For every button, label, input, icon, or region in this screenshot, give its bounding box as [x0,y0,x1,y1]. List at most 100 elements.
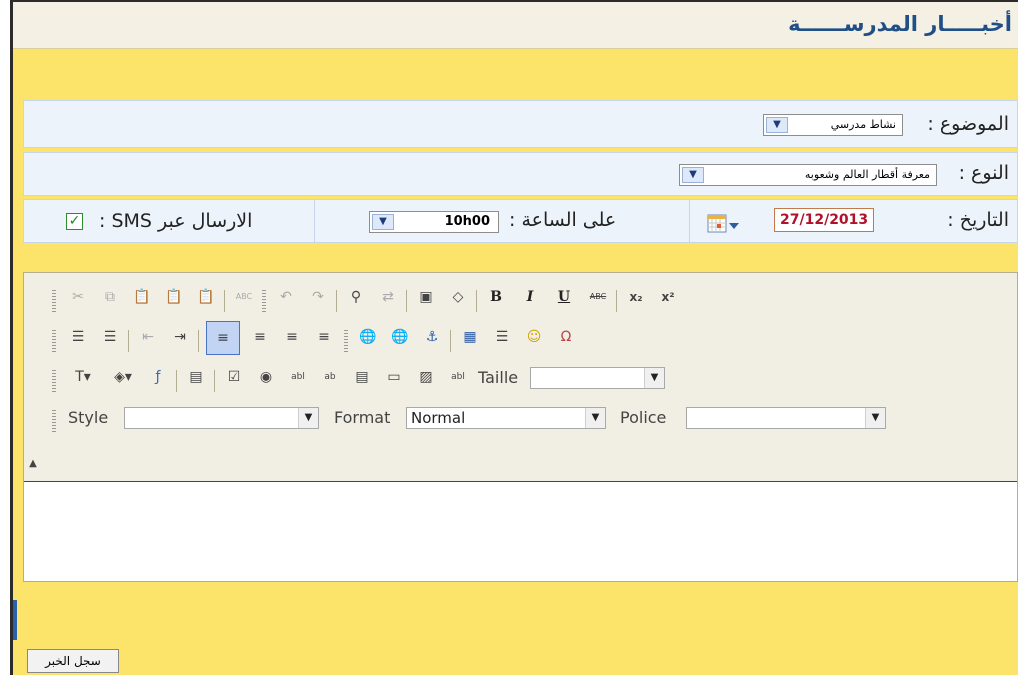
chevron-down-icon[interactable]: ▼ [372,214,394,230]
police-label: Police [620,408,667,427]
time-value: 10h00 [444,214,490,229]
type-value: معرفة أقطار العالم وشعوبه [804,168,930,181]
date-label: التاريخ : [947,209,1009,231]
text-color-icon[interactable]: T▾ [66,365,100,389]
toolbar-grip[interactable] [344,330,348,352]
chevron-down-icon[interactable]: ▼ [865,408,885,428]
indent-icon[interactable]: ⇥ [168,325,192,349]
spellcheck-icon[interactable]: ABC [232,285,256,309]
align-center-button[interactable]: ≡ [248,325,272,349]
editor-content-area[interactable] [24,481,1017,581]
paste-word-icon[interactable]: 📋 [194,285,218,309]
toolbar-separator [214,370,215,392]
replace-icon[interactable]: ⇄ [376,285,400,309]
find-icon[interactable]: ⚲ [344,285,368,309]
taille-select[interactable]: ▼ [530,367,665,389]
toolbar-separator [336,290,337,312]
bg-color-icon[interactable]: ◈▾ [106,365,140,389]
toolbar-grip[interactable] [52,410,56,432]
style-select[interactable]: ▼ [124,407,319,429]
save-news-button[interactable]: سجل الخبر [27,649,119,673]
format-label: Format [334,408,391,427]
anchor-icon[interactable]: ⚓ [420,325,444,349]
format-select[interactable]: Normal ▼ [406,407,606,429]
special-char-icon[interactable]: Ω [554,325,578,349]
sms-checkbox[interactable]: ✓ [66,213,83,230]
image-button-icon[interactable]: ▨ [414,365,438,389]
calendar-icon[interactable] [707,212,741,234]
bold-button[interactable]: B [484,285,508,309]
underline-button[interactable]: U [552,285,576,309]
select-all-icon[interactable]: ▣ [414,285,438,309]
align-right-button[interactable]: ≡ [280,325,304,349]
schedule-row: التاريخ : 27/12/2013 على الساعة : 10h00 … [23,199,1018,243]
italic-button[interactable]: I [518,285,542,309]
numbered-list-icon[interactable]: ☰ [66,325,90,349]
type-label: النوع : [958,162,1009,184]
copy-icon[interactable]: ⧉ [98,285,122,309]
subject-row: الموضوع : نشاط مدرسي ▼ [23,100,1018,148]
chevron-down-icon[interactable]: ▼ [766,117,788,133]
textarea-icon[interactable]: ab [318,365,342,389]
taille-label: Taille [478,368,519,387]
time-select[interactable]: 10h00 ▼ [369,211,499,233]
type-row: النوع : معرفة أقطار العالم وشعوبه ▼ [23,152,1018,196]
superscript-button[interactable]: x² [656,285,680,309]
checkbox-icon[interactable]: ☑ [222,365,246,389]
chevron-down-icon[interactable]: ▼ [298,408,318,428]
table-icon[interactable]: ▦ [458,325,482,349]
toolbar-separator [450,330,451,352]
police-select[interactable]: ▼ [686,407,886,429]
remove-format-icon[interactable]: ◇ [446,285,470,309]
outdent-icon[interactable]: ⇤ [136,325,160,349]
redo-icon[interactable]: ↷ [306,285,330,309]
toolbar-separator [224,290,225,312]
toolbar-separator [616,290,617,312]
collapse-toolbar-icon[interactable]: ▲ [26,457,40,471]
toolbar-grip[interactable] [52,330,56,352]
undo-icon[interactable]: ↶ [274,285,298,309]
subject-label: الموضوع : [927,113,1009,135]
hidden-field-icon[interactable]: abl [446,365,470,389]
smiley-icon[interactable]: ☺ [522,325,546,349]
text-field-icon[interactable]: abl [286,365,310,389]
subject-select[interactable]: نشاط مدرسي ▼ [763,114,903,136]
bulleted-list-icon[interactable]: ☰ [98,325,122,349]
rich-text-editor: ✂ ⧉ 📋 📋 📋 ABC ↶ ↷ ⚲ ⇄ ▣ ◇ B I U ABC x₂ x… [23,272,1018,582]
toolbar-grip[interactable] [262,290,266,312]
cut-icon[interactable]: ✂ [66,285,90,309]
toolbar-separator [198,330,199,352]
toolbar-separator [128,330,129,352]
paste-icon[interactable]: 📋 [130,285,154,309]
align-left-button[interactable]: ≡ [206,321,240,355]
unlink-icon[interactable]: 🌐 [388,325,412,349]
toolbar-separator [176,370,177,392]
button-icon[interactable]: ▭ [382,365,406,389]
sms-label: الارسال عبر SMS : [99,210,253,232]
paste-text-icon[interactable]: 📋 [162,285,186,309]
radio-icon[interactable]: ◉ [254,365,278,389]
panel-header: أخبـــــار المدرســــــة [13,2,1018,49]
chevron-down-icon[interactable]: ▼ [644,368,664,388]
chevron-down-icon[interactable]: ▼ [585,408,605,428]
type-select[interactable]: معرفة أقطار العالم وشعوبه ▼ [679,164,937,186]
toolbar-grip[interactable] [52,290,56,312]
left-accent [13,600,17,640]
flash-icon[interactable]: ƒ [146,365,170,389]
chevron-down-icon[interactable]: ▼ [682,167,704,183]
justify-button[interactable]: ≡ [312,325,336,349]
subject-value: نشاط مدرسي [830,118,896,131]
divider [689,200,690,242]
strike-button[interactable]: ABC [586,285,610,309]
subscript-button[interactable]: x₂ [624,285,648,309]
link-icon[interactable]: 🌐 [356,325,380,349]
style-label: Style [68,408,109,427]
news-panel: أخبـــــار المدرســــــة الموضوع : نشاط … [10,0,1018,675]
horizontal-rule-icon[interactable]: ☰ [490,325,514,349]
divider [314,200,315,242]
date-input[interactable]: 27/12/2013 [774,208,875,232]
toolbar-separator [476,290,477,312]
form-icon[interactable]: ▤ [184,365,208,389]
toolbar-grip[interactable] [52,370,56,392]
select-field-icon[interactable]: ▤ [350,365,374,389]
